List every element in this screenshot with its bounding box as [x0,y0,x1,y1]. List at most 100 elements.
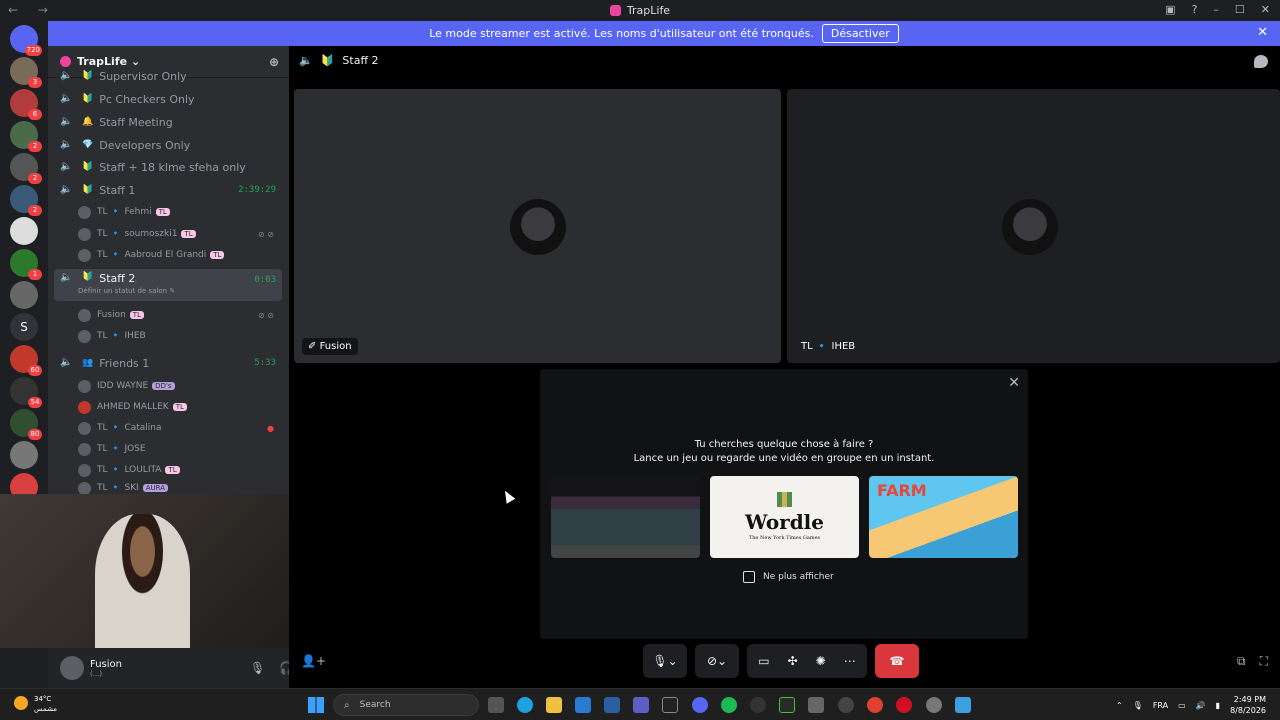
microphone-icon[interactable]: 🎙 [250,661,265,675]
teams-icon[interactable] [633,697,649,713]
channel-item-active[interactable]: 🔈 🔰 Staff 2 0:03 Définir un statut de sa… [54,269,282,301]
minimize-button[interactable]: – [1213,3,1219,16]
channel-item[interactable]: 🔈 🔰 Pc Checkers Only [54,88,282,110]
screenshare-icon[interactable]: ▭ [758,654,769,668]
server-icon[interactable] [10,217,38,245]
soundboard-icon[interactable]: ✺ [816,654,826,668]
help-icon[interactable]: ? [1192,3,1198,16]
close-banner-icon[interactable]: ✕ [1257,25,1268,40]
terminal-icon[interactable] [662,697,678,713]
channel-status[interactable]: Définir un statut de salon ✎ [78,287,175,295]
server-icon[interactable]: 6 [10,89,42,120]
nav-arrows[interactable]: ← → [8,3,56,17]
dont-show-again[interactable]: Ne plus afficher [743,571,834,583]
windows-start-icon[interactable] [308,697,324,713]
voice-member[interactable]: TL 🔹 Catalina ● [78,418,278,438]
video-tile[interactable]: TL 🔹 IHEB [787,89,1280,363]
notification-badge: 3 [28,77,42,88]
voice-member[interactable]: AHMED MALLEK TL [78,397,278,417]
outlook-icon[interactable] [575,697,591,713]
close-window-button[interactable]: ✕ [1261,3,1270,16]
language-indicator[interactable]: FRA [1153,701,1168,710]
chrome-icon[interactable] [867,697,883,713]
disconnect-button[interactable]: ☎ [875,644,919,678]
spotify-icon[interactable] [721,697,737,713]
camera-button[interactable]: ⊘⌄ [695,644,739,678]
activities-icon[interactable]: ✣ [788,654,798,668]
voice-member[interactable]: TL 🔹 SKI AURA [78,482,278,494]
server-icon[interactable]: 1 [10,249,42,280]
notification-badge: 80 [28,429,42,440]
server-icon[interactable]: 3 [10,57,42,88]
clock[interactable]: 2:49 PM 8/8/2026 [1230,694,1266,716]
steam-icon[interactable] [750,697,766,713]
server-icon[interactable]: 720 [10,25,42,56]
maximize-button[interactable]: ☐ [1235,3,1245,16]
avatar [78,482,91,494]
chat-icon[interactable] [1254,55,1268,68]
inbox-icon[interactable]: ▣ [1165,3,1175,16]
opera-icon[interactable] [896,697,912,713]
channel-item[interactable]: 🔈 🔰 Staff 1 2:39:29 [54,179,282,201]
fullscreen-icon[interactable]: ⛶ [1260,654,1268,669]
mute-button[interactable]: 🎙⌄ [643,644,687,678]
voice-member[interactable]: TL 🔹 LOULITA TL [78,460,278,480]
channel-timer: 5:33 [254,358,276,368]
taskbar-search[interactable]: ⌕ Search [333,694,479,716]
battery-icon[interactable]: ▮ [1216,701,1220,710]
server-icon[interactable]: 2 [10,185,42,216]
app-icon-green[interactable] [779,697,795,713]
channel-emoji: 🔔 [82,117,94,127]
activity-card-store[interactable] [551,476,700,558]
server-icon[interactable]: 2 [10,153,42,184]
popout-icon[interactable]: ⧉ [1237,654,1246,669]
windows-taskbar: 34°C مشمس ⌕ Search ⌃ 🎙 FRA ▭ 🔊 ▮ 2:49 PM… [0,688,1280,720]
voice-member[interactable]: IDD WAYNE DD's [78,376,278,396]
voice-member[interactable]: TL 🔹 soumoszki1 TL ⊘ ⊘ [78,224,278,244]
user-avatar[interactable] [60,656,84,680]
network-icon[interactable]: ▭ [1178,701,1186,710]
server-icon[interactable] [10,441,38,469]
voice-member[interactable]: TL 🔹 Aabroud El Grandi TL [78,245,278,265]
edge-icon[interactable] [517,697,533,713]
close-icon[interactable]: ✕ [1008,375,1020,391]
checkbox[interactable] [743,571,755,583]
chevron-up-icon[interactable]: ⌃ [1116,701,1123,710]
settings-icon[interactable] [926,697,942,713]
invite-icon[interactable]: 👤+ [301,654,326,668]
avatar [78,379,91,393]
voice-member[interactable]: Fusion TL ⊘ ⊘ [78,305,278,325]
voice-member[interactable]: TL 🔹 JOSE [78,439,278,459]
server-icon[interactable]: 2 [10,121,42,152]
voice-member[interactable]: TL 🔹 IHEB [78,326,278,346]
mic-tray-icon[interactable]: 🎙 [1133,701,1143,710]
server-icon[interactable]: 54 [10,377,42,408]
obs-icon[interactable] [838,697,854,713]
speaker-icon: 🔈 [60,93,73,104]
channel-item[interactable]: 🔈 🔰 Supervisor Only [54,68,282,84]
volume-icon[interactable]: 🔊 [1196,701,1206,710]
voice-member[interactable]: TL 🔹 Fehmi TL [78,202,278,222]
calculator-icon[interactable] [808,697,824,713]
channel-item[interactable]: 🔈 💎 Developers Only [54,134,282,156]
channel-item[interactable]: 🔈 🔔 Staff Meeting [54,111,282,133]
window-title: TrapLife [626,4,671,17]
channel-item[interactable]: 🔈 👥 Friends 1 5:33 [54,352,282,374]
server-icon[interactable] [10,281,38,309]
server-icon[interactable]: 60 [10,345,42,376]
more-icon[interactable]: ⋯ [844,654,856,668]
activity-card-wordle[interactable]: Wordle The New York Times Games [710,476,859,558]
store-icon[interactable] [604,697,620,713]
activity-card-farm[interactable]: FARM [869,476,1018,558]
task-view-icon[interactable] [488,697,504,713]
discord-icon[interactable] [692,697,708,713]
server-icon[interactable]: S [10,313,38,341]
file-explorer-icon[interactable] [546,697,562,713]
speaker-active-icon: 🔈 [60,184,73,195]
app-icon-blue[interactable] [955,697,971,713]
video-tile[interactable]: ✐ Fusion [294,89,781,363]
channel-item[interactable]: 🔈 🔰 Staff + 18 klme sfeha only [54,156,282,178]
disable-streamer-button[interactable]: Désactiver [821,24,899,43]
add-member-icon[interactable]: ⊕ [269,55,279,69]
server-icon[interactable]: 80 [10,409,42,440]
